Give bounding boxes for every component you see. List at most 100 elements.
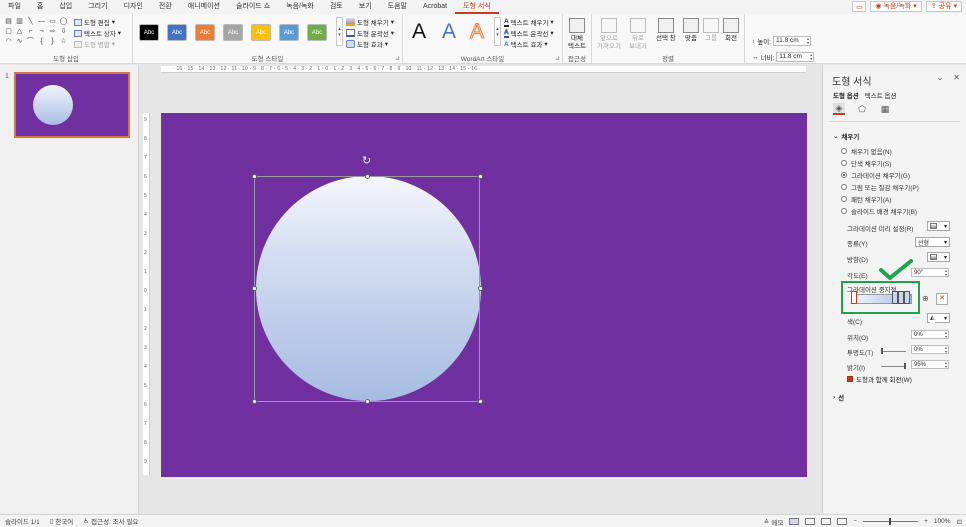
wordart-style-blue[interactable]: A [442, 20, 456, 44]
tab-insert[interactable]: 삽입 [51, 0, 80, 14]
radio-button[interactable] [841, 160, 847, 166]
tab-shape-options[interactable]: 도형 옵션 [833, 90, 859, 100]
slide-sorter-view-icon[interactable] [805, 518, 816, 525]
stop-color-dropdown[interactable]: ◭ ▾ [927, 313, 950, 323]
rectangle-shape-icon[interactable]: ▭ [48, 17, 57, 25]
fill-line-icon[interactable]: ◈ [833, 103, 845, 115]
remove-gradient-stop-icon[interactable]: ✕ [936, 293, 948, 305]
share-button[interactable]: ⇪ 공유 ▾ [925, 1, 962, 12]
edit-shape-button[interactable]: 도형 편집 ▾ [74, 17, 115, 27]
checkbox-checked[interactable] [847, 376, 853, 382]
spinner-icon[interactable]: ▴ ▾ [810, 53, 812, 61]
tab-animations[interactable]: 애니메이션 [180, 0, 228, 14]
arc-shape-icon[interactable]: ◠ [4, 37, 13, 45]
wordart-style-black[interactable]: A [412, 20, 426, 44]
record-button[interactable]: ◉ 녹음/녹화 ▾ [870, 1, 922, 12]
slide-canvas[interactable]: ↻ [161, 113, 807, 477]
height-input[interactable]: 11.8 cm ▴ ▾ [773, 36, 812, 46]
line-section-header[interactable]: › 선 [833, 392, 844, 403]
gradient-type-dropdown[interactable]: 선형 ▾ [915, 237, 950, 247]
textbox-shape-icon[interactable]: ▤ [4, 17, 13, 25]
shape-style-swatch[interactable]: Abc [195, 24, 215, 41]
tab-record[interactable]: 녹음/녹화 [278, 0, 322, 14]
text-fill-button[interactable]: A 텍스트 채우기 ▾ [504, 17, 554, 27]
text-outline-button[interactable]: A 텍스트 윤곽선 ▾ [504, 28, 554, 38]
slider-thumb[interactable] [881, 348, 883, 354]
radio-button[interactable] [841, 184, 847, 190]
resize-handle[interactable] [478, 399, 483, 404]
group-button[interactable]: 그룹 [703, 18, 719, 43]
rounded-rect-shape-icon[interactable]: ▢ [4, 27, 13, 35]
radio-button[interactable] [841, 148, 847, 154]
resize-handle[interactable] [252, 174, 257, 179]
arrow-shape-icon[interactable]: ⇨ [48, 27, 57, 35]
tab-file[interactable]: 파일 [0, 0, 29, 14]
shape-style-swatch[interactable]: Abc [167, 24, 187, 41]
rotate-with-shape-checkbox[interactable]: 도형과 함께 회전(W) [847, 374, 912, 384]
fit-to-window-icon[interactable]: ⊡ [957, 518, 962, 526]
gallery-scroll[interactable]: ▴ ▾ [336, 17, 343, 46]
normal-view-icon[interactable] [789, 518, 800, 525]
size-properties-icon[interactable]: ▦ [879, 103, 891, 115]
fill-option-radio[interactable]: 그림 또는 질감 채우기(P) [841, 182, 919, 192]
connector-shape-icon[interactable]: ⌐ [26, 27, 35, 35]
resize-handle[interactable] [478, 174, 483, 179]
rotate-handle-icon[interactable]: ↻ [362, 154, 371, 167]
tab-shape-format[interactable]: 도형 서식 [455, 0, 499, 14]
resize-handle[interactable] [252, 286, 257, 291]
brightness-input[interactable]: 95% ▴ ▾ [911, 360, 949, 369]
gradient-angle-input[interactable]: 90° ▴ ▾ [911, 268, 949, 277]
zoom-slider[interactable] [863, 518, 919, 525]
tab-home[interactable]: 홈 [29, 0, 51, 14]
tab-review[interactable]: 검토 [322, 0, 351, 14]
tab-view[interactable]: 보기 [351, 0, 380, 14]
shape-style-swatch[interactable]: Abc [307, 24, 327, 41]
resize-handle[interactable] [365, 399, 370, 404]
slider-thumb[interactable] [904, 363, 906, 369]
shape-style-swatch[interactable]: Abc [139, 24, 159, 41]
zoom-out-icon[interactable]: − [853, 518, 857, 525]
spinner-icon[interactable]: ▴ ▾ [945, 269, 947, 277]
transparency-slider[interactable] [881, 348, 906, 354]
send-backward-button[interactable]: 뒤로 보내기 [629, 18, 647, 51]
accessibility-checker[interactable]: ♿ 접근성: 조사 필요 [78, 516, 143, 526]
shape-style-swatch[interactable]: Abc [251, 24, 271, 41]
shape-effects-button[interactable]: 도형 효과 ▾ [346, 39, 388, 49]
spinner-icon[interactable]: ▴ ▾ [945, 331, 947, 339]
close-icon[interactable]: ✕ [953, 73, 960, 82]
align-button[interactable]: 맞춤 [683, 18, 699, 43]
shape-outline-button[interactable]: 도형 윤곽선 ▾ [346, 28, 394, 38]
line-shape-icon[interactable]: — [37, 17, 46, 25]
tab-help[interactable]: 도움말 [380, 0, 415, 14]
oval-shape-icon[interactable]: ◯ [59, 17, 68, 25]
width-input[interactable]: 11.8 cm ▴ ▾ [776, 52, 815, 62]
tab-draw[interactable]: 그리기 [80, 0, 115, 14]
transparency-input[interactable]: 0% ▴ ▾ [911, 345, 949, 354]
curve-shape-icon[interactable]: ∿ [15, 37, 24, 45]
arrow-shape-icon[interactable]: ⇩ [59, 27, 68, 35]
selection-pane-button[interactable]: 선택 창 [656, 18, 676, 43]
fill-section-header[interactable]: ⌄ 채우기 [833, 131, 859, 141]
radio-button[interactable] [841, 208, 847, 214]
spinner-icon[interactable]: ▴ ▾ [807, 37, 809, 45]
chevron-down-icon[interactable]: ⌄ [937, 73, 944, 82]
bracket-shape-icon[interactable]: ⌒ [26, 37, 35, 45]
fill-option-radio[interactable]: 그라데이션 채우기(G) [841, 170, 910, 180]
shape-style-swatch[interactable]: Abc [279, 24, 299, 41]
zoom-in-icon[interactable]: + [924, 518, 928, 525]
effects-pentagon-icon[interactable]: ⬠ [856, 103, 868, 115]
tab-acrobat[interactable]: Acrobat [415, 0, 455, 14]
shapes-gallery[interactable]: ▤ ▥ ╲ — ▭ ◯ ▢ △ ⌐ ¬ ⇨ ⇩ ◠ ∿ ⌒ { } ☆ [4, 17, 68, 46]
stop-position-input[interactable]: 0% ▴ ▾ [911, 330, 949, 339]
tab-transitions[interactable]: 전환 [151, 0, 180, 14]
line-shape-icon[interactable]: ╲ [26, 17, 35, 25]
merge-shapes-button[interactable]: 도형 병합 ▾ [74, 39, 115, 49]
brace-shape-icon[interactable]: } [48, 37, 57, 45]
slideshow-view-icon[interactable] [837, 518, 848, 525]
slide-thumbnail[interactable] [14, 72, 130, 138]
bring-forward-button[interactable]: 앞으로 가져오기 [597, 18, 621, 51]
notes-button[interactable]: ≙ 메모 [764, 517, 783, 527]
dialog-launcher-icon[interactable]: ⊿ [555, 55, 560, 62]
resize-handle[interactable] [478, 286, 483, 291]
shape-fill-button[interactable]: 도형 채우기 ▾ [346, 17, 394, 27]
